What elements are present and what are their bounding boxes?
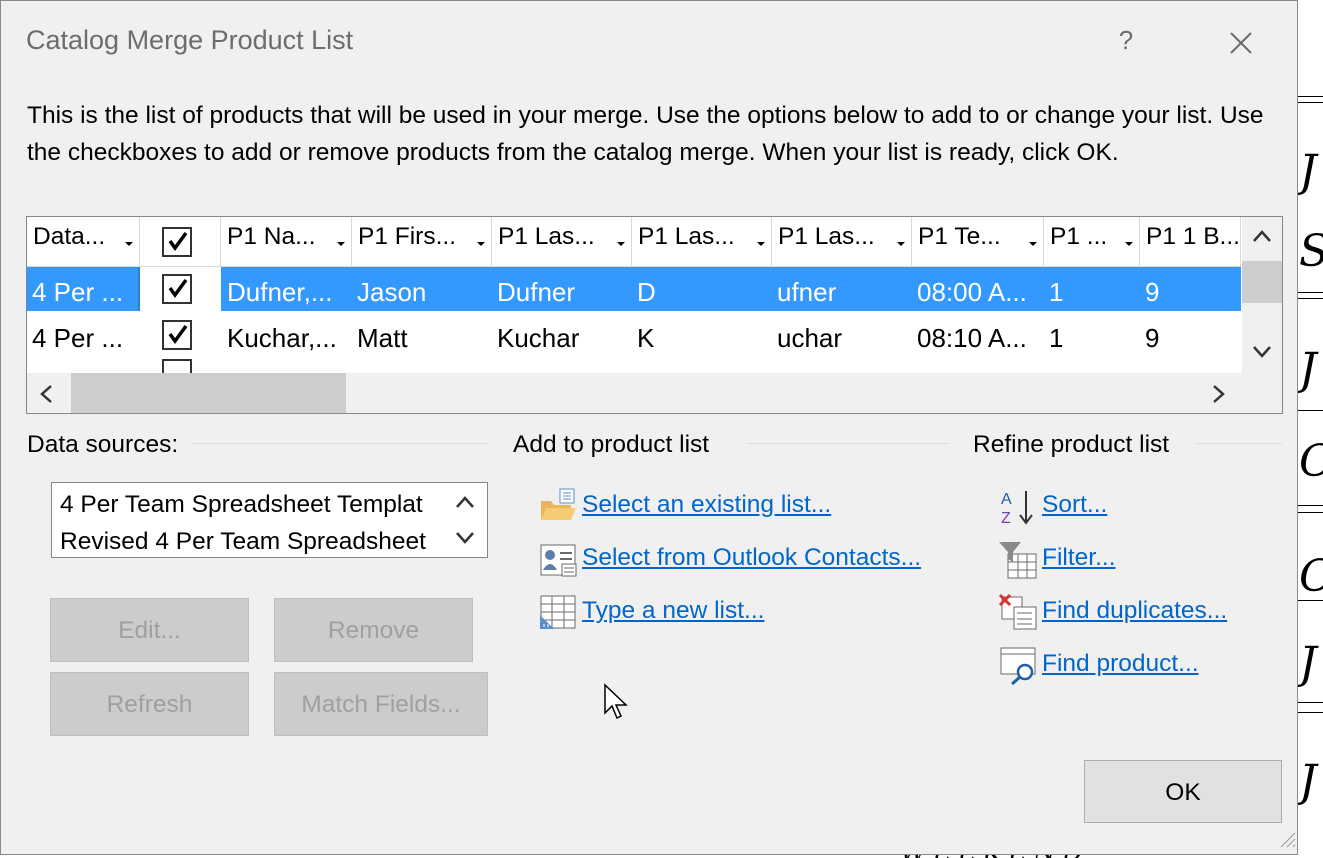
table-row[interactable]: 4 Per ... Kuchar,... Matt Kuchar K uchar…	[27, 313, 1241, 357]
column-header-p1-tee[interactable]: P1 Te...	[912, 217, 1044, 267]
refine-product-list-label: Refine product list	[973, 431, 1170, 458]
svg-text:Z: Z	[1001, 510, 1011, 527]
data-sources-label: Data sources:	[27, 431, 179, 458]
list-item[interactable]: Revised 4 Per Team Spreadsheet	[60, 528, 426, 556]
cell-p1-first: Matt	[357, 323, 408, 353]
horizontal-scrollbar[interactable]	[27, 373, 1282, 413]
new-list-icon	[540, 595, 576, 629]
title-bar: Catalog Merge Product List ?	[1, 1, 1297, 83]
cell-p1-name: Dufner,...	[227, 277, 333, 307]
cell-data-source: 4 Per ...	[32, 323, 124, 353]
data-sources-list[interactable]: 4 Per Team Spreadsheet Templat Revised 4…	[51, 482, 488, 558]
sort-icon: A Z	[1001, 491, 1033, 527]
column-header-p1-1b[interactable]: P1 1 B...	[1140, 217, 1241, 267]
match-fields-button[interactable]: Match Fields...	[274, 672, 488, 736]
row-checkbox[interactable]	[162, 320, 192, 350]
column-header-p1-name[interactable]: P1 Na...	[221, 217, 352, 267]
cell-p1-name: Kuchar,...	[227, 323, 337, 353]
mouse-cursor-icon	[604, 683, 628, 720]
column-header-p1-first[interactable]: P1 Firs...	[352, 217, 492, 267]
vertical-scrollbar[interactable]	[1242, 217, 1282, 373]
horizontal-scroll-thumb[interactable]	[71, 373, 346, 413]
chevron-right-icon[interactable]	[1212, 384, 1226, 404]
table-row[interactable]: 4 Per ... Dufner,... Jason Dufner D ufne…	[27, 267, 1241, 311]
contacts-icon	[540, 544, 577, 577]
vertical-scroll-thumb[interactable]	[1242, 261, 1282, 303]
cell-p1: 1	[1049, 277, 1064, 307]
close-icon	[1230, 32, 1252, 54]
folder-icon	[541, 488, 576, 520]
select-existing-list-link[interactable]: Select an existing list...	[538, 487, 938, 527]
list-item[interactable]: 4 Per Team Spreadsheet Templat	[60, 491, 423, 519]
find-product-link[interactable]: Find product...	[998, 646, 1238, 686]
background-document: J S J O O J J	[1298, 0, 1323, 858]
cell-p1-first: Jason	[357, 277, 427, 307]
select-all-checkbox[interactable]	[162, 227, 192, 257]
cell-p1-tee: 08:00 A...	[917, 277, 1027, 307]
cell-p1-last-2: K	[637, 323, 655, 353]
find-icon	[1000, 647, 1036, 686]
product-grid[interactable]: Data... P1 Na... P1 Firs... P1 Las... P1…	[26, 216, 1283, 414]
checkmark-icon	[168, 231, 188, 251]
chevron-up-icon[interactable]	[455, 495, 475, 509]
cell-p1-1b: 9	[1145, 277, 1160, 307]
help-button[interactable]: ?	[1111, 25, 1141, 59]
cell-data-source: 4 Per ...	[32, 277, 124, 307]
remove-button[interactable]: Remove	[274, 598, 473, 662]
chevron-down-icon[interactable]	[455, 531, 475, 545]
duplicates-icon	[998, 593, 1037, 630]
chevron-down-icon[interactable]	[1252, 345, 1272, 359]
edit-button[interactable]: Edit...	[50, 598, 249, 662]
type-new-list-link[interactable]: Type a new list...	[538, 593, 938, 633]
column-header-p1[interactable]: P1 ...	[1044, 217, 1140, 267]
sort-link[interactable]: A Z Sort...	[998, 487, 1238, 527]
select-outlook-contacts-link[interactable]: Select from Outlook Contacts...	[538, 540, 958, 580]
column-header-data-source[interactable]: Data...	[27, 217, 140, 267]
resize-grip-icon[interactable]	[1277, 829, 1297, 849]
filter-icon	[999, 542, 1037, 579]
checkmark-icon	[168, 324, 188, 344]
find-duplicates-link[interactable]: Find duplicates...	[998, 593, 1258, 633]
cell-p1-tee: 08:10 A...	[917, 323, 1027, 353]
cell-p1-1b: 9	[1145, 323, 1160, 353]
checkmark-icon	[168, 278, 188, 298]
column-header-p1-last[interactable]: P1 Las...	[492, 217, 632, 267]
column-header-p1-last-3[interactable]: P1 Las...	[772, 217, 912, 267]
refresh-button[interactable]: Refresh	[50, 672, 249, 736]
cell-p1-last-3: uchar	[777, 323, 843, 353]
ok-button[interactable]: OK	[1084, 760, 1282, 823]
cell-p1: 1	[1049, 323, 1064, 353]
list-scrollbar[interactable]	[443, 483, 487, 557]
row-checkbox[interactable]	[162, 274, 192, 304]
partial-row	[27, 358, 1241, 373]
add-to-product-list-label: Add to product list	[513, 431, 710, 458]
chevron-left-icon[interactable]	[39, 384, 53, 404]
svg-text:A: A	[1001, 491, 1012, 508]
filter-link[interactable]: Filter...	[998, 540, 1238, 580]
dialog-title: Catalog Merge Product List	[26, 25, 354, 55]
cell-p1-last-2: D	[637, 277, 656, 307]
instructions-text: This is the list of products that will b…	[27, 102, 1264, 166]
column-header-select-all[interactable]	[140, 217, 221, 267]
cell-p1-last: Kuchar	[497, 323, 580, 353]
column-header-p1-last-2[interactable]: P1 Las...	[632, 217, 772, 267]
close-button[interactable]	[1223, 25, 1259, 61]
cell-p1-last-3: ufner	[777, 277, 837, 307]
catalog-merge-dialog: Catalog Merge Product List ? This is the…	[0, 0, 1298, 855]
chevron-up-icon[interactable]	[1252, 229, 1272, 243]
cell-p1-last: Dufner	[497, 277, 576, 307]
